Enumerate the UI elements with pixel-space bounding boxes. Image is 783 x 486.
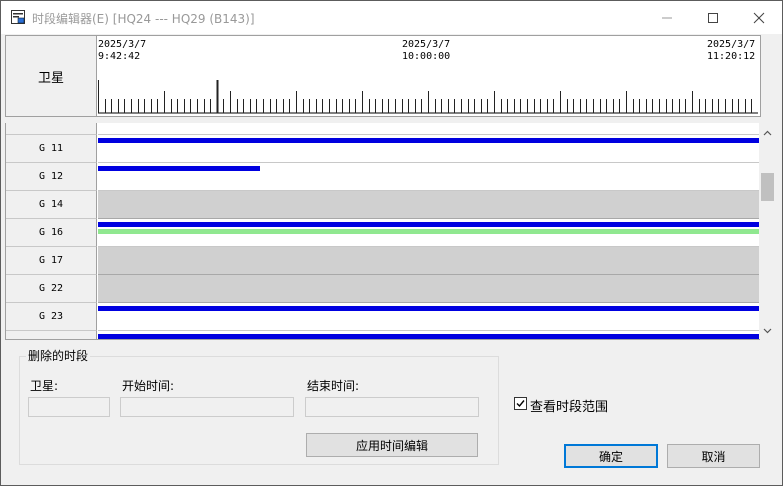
table-row[interactable]: G 14 (6, 191, 760, 219)
schedule-track[interactable] (98, 123, 760, 135)
satellite-field[interactable] (28, 397, 110, 417)
blue-period-bar[interactable] (98, 334, 760, 339)
maximize-icon (708, 12, 718, 23)
table-row[interactable]: G 8 (6, 123, 760, 135)
deleted-periods-group: 删除的时段 卫星: 开始时间: 结束时间: 应用时间编辑 (19, 347, 499, 465)
satellite-id-label (6, 331, 97, 339)
satellite-label: 卫星: (30, 379, 59, 393)
satellite-id-label: G 22 (6, 275, 97, 303)
title-bar: 时段编辑器(E) [HQ24 --- HQ29 (B143)] (1, 1, 782, 34)
chevron-up-icon (763, 130, 772, 136)
satellite-id-label: G 17 (6, 247, 97, 275)
table-row[interactable]: G 23 (6, 303, 760, 331)
start-time-field-label: 开始时间: (122, 379, 175, 393)
blue-period-bar[interactable] (98, 306, 760, 311)
satellite-schedule-list[interactable]: G 8G 11G 12G 14G 16G 17G 22G 23 (5, 123, 760, 340)
schedule-track[interactable] (98, 275, 760, 303)
schedule-track[interactable] (98, 303, 760, 331)
checkmark-icon (516, 400, 525, 408)
close-icon (753, 12, 765, 23)
satellite-column-header: 卫星 (6, 36, 97, 116)
schedule-track[interactable] (98, 331, 760, 339)
schedule-editor-icon (11, 10, 25, 24)
time-ruler (98, 80, 758, 114)
schedule-track[interactable] (98, 163, 760, 191)
satellite-id-label: G 11 (6, 135, 97, 163)
table-row[interactable]: G 16 (6, 219, 760, 247)
table-row[interactable]: G 12 (6, 163, 760, 191)
close-button[interactable] (736, 1, 782, 34)
view-range-checkbox[interactable] (514, 397, 527, 410)
ok-button[interactable]: 确定 (564, 444, 658, 468)
schedule-track[interactable] (98, 135, 760, 163)
table-row[interactable] (6, 331, 760, 339)
satellite-id-label: G 14 (6, 191, 97, 219)
timeline-header: 卫星 2025/3/7 9:42:42 2025/3/7 10:00:00 20… (5, 35, 761, 117)
end-time-field[interactable] (305, 397, 479, 417)
window-title: 时段编辑器(E) [HQ24 --- HQ29 (B143)] (32, 12, 255, 26)
satellite-id-label: G 16 (6, 219, 97, 247)
schedule-track[interactable] (98, 219, 760, 247)
satellite-id-label: G 8 (6, 123, 97, 135)
view-range-label[interactable]: 查看时段范围 (530, 396, 608, 415)
group-title: 删除的时段 (26, 347, 91, 364)
chevron-down-icon (763, 328, 772, 334)
end-time-field-label: 结束时间: (307, 379, 360, 393)
satellite-id-label: G 12 (6, 163, 97, 191)
table-row[interactable]: G 22 (6, 275, 760, 303)
blue-period-bar[interactable] (98, 222, 760, 227)
schedule-editor-window: 时段编辑器(E) [HQ24 --- HQ29 (B143)] 卫星 2025/… (0, 0, 783, 486)
maximize-button[interactable] (690, 1, 736, 34)
blue-period-bar[interactable] (98, 138, 760, 143)
apply-time-edit-button[interactable]: 应用时间编辑 (306, 433, 478, 457)
table-row[interactable]: G 17 (6, 247, 760, 275)
start-time-field[interactable] (120, 397, 294, 417)
mid-time-label: 2025/3/7 10:00:00 (402, 39, 451, 62)
minimize-button[interactable] (644, 1, 690, 34)
scroll-thumb[interactable] (761, 173, 774, 201)
schedule-track[interactable] (98, 247, 760, 275)
satellite-id-label: G 23 (6, 303, 97, 331)
schedule-track[interactable] (98, 191, 760, 219)
blue-period-bar[interactable] (98, 166, 260, 171)
scroll-down-button[interactable] (759, 323, 776, 339)
table-row[interactable]: G 11 (6, 135, 760, 163)
start-time-label: 2025/3/7 9:42:42 (98, 39, 147, 62)
cancel-button[interactable]: 取消 (667, 444, 760, 468)
scroll-up-button[interactable] (759, 125, 776, 141)
end-time-label: 2025/3/7 11:20:12 (707, 39, 756, 62)
minimize-icon (662, 17, 672, 18)
vertical-scrollbar[interactable] (759, 123, 776, 339)
green-period-bar[interactable] (98, 229, 760, 234)
